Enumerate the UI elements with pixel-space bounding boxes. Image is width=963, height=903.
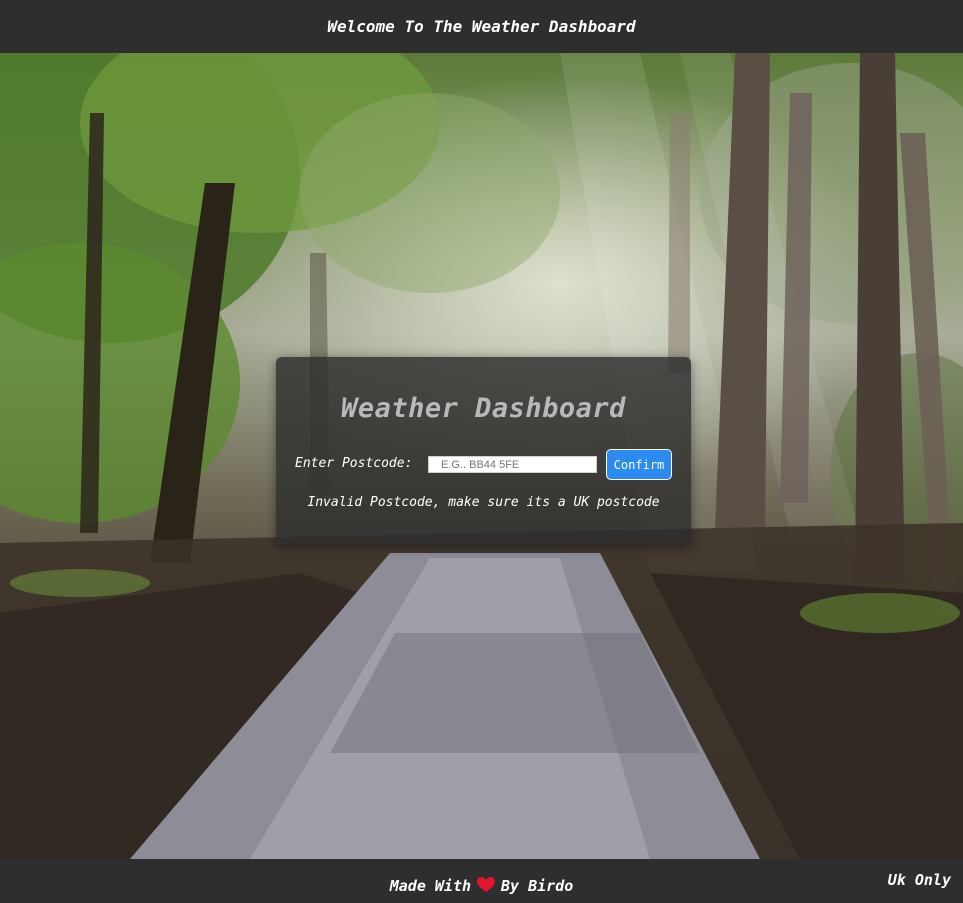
made-with-text: Made With <box>389 877 472 895</box>
footer-bar: Made With By Birdo Uk Only <box>0 859 963 903</box>
postcode-card: Weather Dashboard Enter Postcode: Confir… <box>276 357 691 545</box>
card-title: Weather Dashboard <box>341 393 626 424</box>
postcode-input[interactable] <box>428 456 597 473</box>
author-text: By Birdo <box>501 877 574 895</box>
heart-icon <box>477 877 496 897</box>
header-bar: Welcome To The Weather Dashboard <box>0 0 963 53</box>
region-note: Uk Only <box>887 871 951 889</box>
header-title: Welcome To The Weather Dashboard <box>327 17 636 36</box>
postcode-label: Enter Postcode: <box>295 456 413 471</box>
confirm-button[interactable]: Confirm <box>606 449 672 480</box>
footer-credit: Made With By Birdo <box>0 877 963 897</box>
error-message: Invalid Postcode, make sure its a UK pos… <box>307 495 660 510</box>
